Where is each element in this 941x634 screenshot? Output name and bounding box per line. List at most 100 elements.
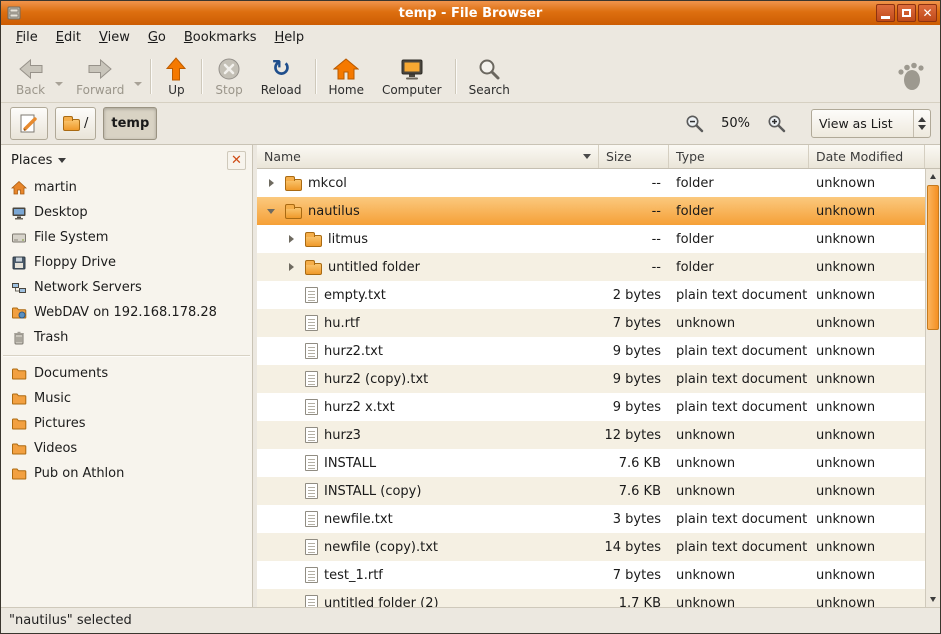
menu-file[interactable]: File (7, 25, 47, 51)
sidebar-item-documents[interactable]: Documents (1, 361, 252, 386)
table-row-selected[interactable]: nautilus -- folder unknown (257, 197, 925, 225)
file-type: plain text document (669, 512, 809, 527)
scrollbar-thumb[interactable] (927, 185, 939, 330)
file-name: newfile (copy).txt (324, 540, 438, 555)
expander-icon[interactable] (285, 260, 299, 274)
table-row[interactable]: INSTALL 7.6 KB unknown unknown (257, 449, 925, 477)
column-header-type[interactable]: Type (669, 145, 809, 168)
column-header-date-modified[interactable]: Date Modified (809, 145, 925, 168)
file-size: 9 bytes (599, 372, 669, 387)
table-row[interactable]: mkcol -- folder unknown (257, 169, 925, 197)
table-row[interactable]: hurz2 x.txt 9 bytes plain text document … (257, 393, 925, 421)
file-size: 7 bytes (599, 316, 669, 331)
table-row[interactable]: untitled folder -- folder unknown (257, 253, 925, 281)
zoom-in-button[interactable] (763, 110, 790, 137)
sidebar-item-pictures[interactable]: Pictures (1, 411, 252, 436)
sidebar-item-webdav[interactable]: WebDAV on 192.168.178.28 (1, 300, 252, 325)
file-size: 12 bytes (599, 428, 669, 443)
file-size: 3 bytes (599, 512, 669, 527)
table-row[interactable]: hurz3 12 bytes unknown unknown (257, 421, 925, 449)
sidebar-item-music[interactable]: Music (1, 386, 252, 411)
file-name: mkcol (308, 176, 347, 191)
sidebar-item-label: martin (34, 180, 77, 195)
table-row[interactable]: hurz2 (copy).txt 9 bytes plain text docu… (257, 365, 925, 393)
file-type: folder (669, 204, 809, 219)
menu-bookmarks[interactable]: Bookmarks (175, 25, 266, 51)
table-row[interactable]: empty.txt 2 bytes plain text document un… (257, 281, 925, 309)
sidebar-item-network-servers[interactable]: Network Servers (1, 275, 252, 300)
view-mode-select[interactable]: View as List (811, 109, 931, 138)
sidebar-item-videos[interactable]: Videos (1, 436, 252, 461)
zoom-out-button[interactable] (681, 110, 708, 137)
menu-go[interactable]: Go (139, 25, 175, 51)
sidebar-item-file-system[interactable]: File System (1, 225, 252, 250)
file-date: unknown (809, 512, 925, 527)
close-button[interactable]: ✕ (918, 4, 937, 22)
toolbar: Back Forward Up Stop ↻ Reload Ho (1, 51, 940, 103)
title-bar[interactable]: temp - File Browser ✕ (1, 1, 940, 25)
file-size: 7.6 KB (599, 456, 669, 471)
expander-icon[interactable] (285, 232, 299, 246)
sidebar-item-trash[interactable]: Trash (1, 325, 252, 350)
minimize-icon (881, 16, 890, 19)
home-button[interactable]: Home (320, 52, 373, 101)
vertical-scrollbar[interactable] (925, 169, 940, 607)
file-name: hu.rtf (324, 316, 360, 331)
sidebar-item-martin[interactable]: martin (1, 175, 252, 200)
view-mode-stepper[interactable] (913, 110, 930, 137)
file-date: unknown (809, 400, 925, 415)
edit-location-button[interactable] (10, 107, 48, 140)
file-date: unknown (809, 288, 925, 303)
maximize-button[interactable] (897, 4, 916, 22)
file-size: 2 bytes (599, 288, 669, 303)
computer-button[interactable]: Computer (373, 52, 451, 101)
scroll-up-button[interactable] (926, 169, 940, 184)
menu-help[interactable]: Help (266, 25, 314, 51)
file-size: 9 bytes (599, 400, 669, 415)
back-dropdown-icon[interactable] (55, 82, 63, 86)
path-root-button[interactable]: / (55, 107, 96, 140)
close-icon: ✕ (231, 153, 242, 168)
path-current-button[interactable]: temp (103, 107, 157, 140)
up-button[interactable]: Up (155, 52, 197, 101)
forward-button[interactable]: Forward (67, 54, 133, 99)
column-header-size[interactable]: Size (599, 145, 669, 168)
table-row[interactable]: hurz2.txt 9 bytes plain text document un… (257, 337, 925, 365)
table-row[interactable]: newfile (copy).txt 14 bytes plain text d… (257, 533, 925, 561)
file-size: 9 bytes (599, 344, 669, 359)
stop-button[interactable]: Stop (206, 52, 251, 101)
sidebar-item-pub-on-athlon[interactable]: Pub on Athlon (1, 461, 252, 486)
folder-icon (11, 366, 27, 382)
file-date: unknown (809, 316, 925, 331)
sidebar-separator (3, 355, 250, 356)
file-type: folder (669, 176, 809, 191)
sidebar-item-floppy-drive[interactable]: Floppy Drive (1, 250, 252, 275)
expander-icon[interactable] (265, 176, 279, 190)
sidebar-close-button[interactable]: ✕ (227, 151, 246, 170)
reload-button[interactable]: ↻ Reload (252, 52, 311, 101)
table-row[interactable]: test_1.rtf 7 bytes unknown unknown (257, 561, 925, 589)
scroll-down-button[interactable] (926, 592, 940, 607)
menu-edit[interactable]: Edit (47, 25, 90, 51)
menu-bar: File Edit View Go Bookmarks Help (1, 25, 940, 51)
back-button[interactable]: Back (7, 54, 54, 99)
toolbar-separator (201, 59, 202, 94)
forward-dropdown-icon[interactable] (134, 82, 142, 86)
table-row[interactable]: hu.rtf 7 bytes unknown unknown (257, 309, 925, 337)
expander-icon[interactable] (265, 204, 279, 218)
file-type: folder (669, 232, 809, 247)
table-row[interactable]: INSTALL (copy) 7.6 KB unknown unknown (257, 477, 925, 505)
table-row[interactable]: untitled folder (2) 1.7 KB unknown unkno… (257, 589, 925, 607)
sidebar-item-desktop[interactable]: Desktop (1, 200, 252, 225)
table-row[interactable]: newfile.txt 3 bytes plain text document … (257, 505, 925, 533)
floppy-icon (11, 255, 27, 271)
table-row[interactable]: litmus -- folder unknown (257, 225, 925, 253)
scrollbar-trough[interactable] (926, 331, 940, 592)
places-selector[interactable]: Places (11, 153, 66, 168)
file-size: -- (599, 260, 669, 275)
search-button[interactable]: Search (460, 52, 519, 101)
menu-view[interactable]: View (90, 25, 139, 51)
minimize-button[interactable] (876, 4, 895, 22)
column-header-name[interactable]: Name (257, 145, 599, 168)
document-icon (305, 343, 318, 359)
